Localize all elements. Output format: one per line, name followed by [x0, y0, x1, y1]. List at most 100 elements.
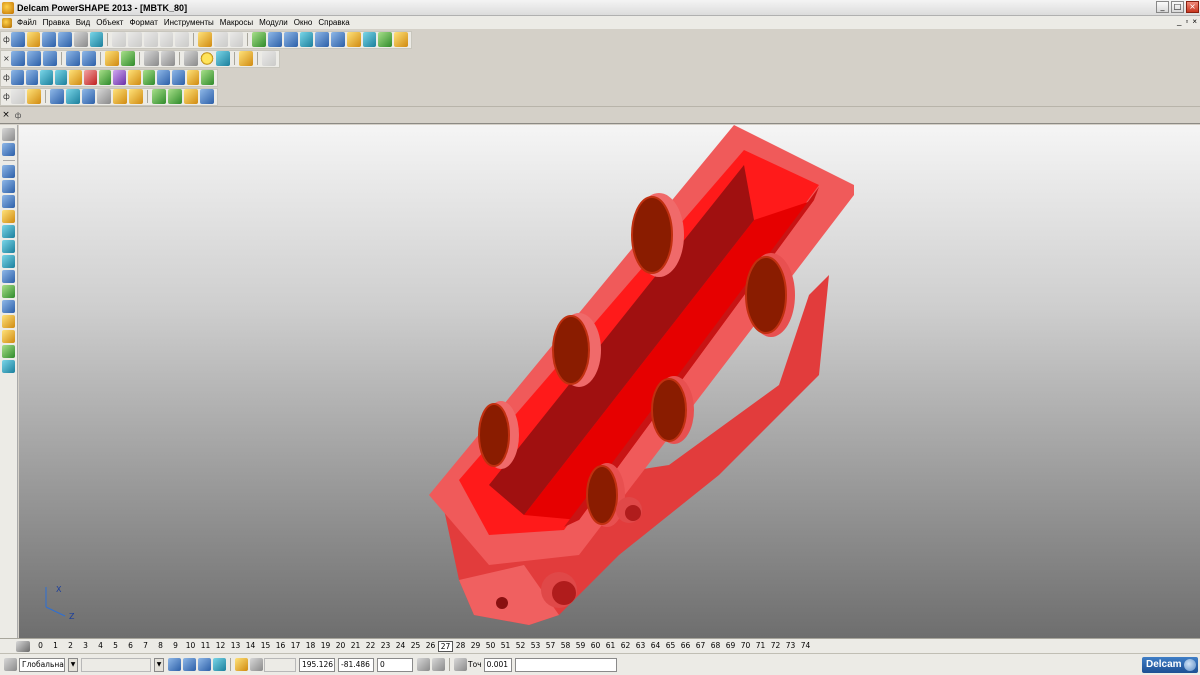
feature-icon[interactable] [142, 70, 156, 85]
secondary-dropdown[interactable]: ▼ [154, 657, 164, 672]
print-icon[interactable] [73, 32, 88, 47]
view-side-icon[interactable] [42, 51, 58, 66]
level-14[interactable]: 14 [243, 641, 258, 652]
mode-bar-close[interactable]: × [0, 110, 12, 120]
analyse-icon[interactable] [200, 89, 214, 104]
snap-grid-icon[interactable] [168, 658, 181, 671]
coordinate-z[interactable]: 0 [377, 657, 413, 672]
select-icon[interactable] [252, 32, 267, 47]
maximize-button[interactable]: □ [1171, 1, 1184, 13]
toolbar-grip[interactable]: ф [3, 89, 10, 105]
level-7[interactable]: 7 [138, 641, 153, 652]
thicken-icon[interactable] [168, 89, 183, 104]
symbol-tool-icon[interactable] [2, 330, 15, 343]
menu-tools[interactable]: Инструменты [161, 18, 217, 27]
level-4[interactable]: 4 [93, 641, 108, 652]
shaded-icon[interactable] [199, 51, 214, 66]
level-68[interactable]: 68 [708, 641, 723, 652]
level-50[interactable]: 50 [483, 641, 498, 652]
level-70[interactable]: 70 [738, 641, 753, 652]
level-21[interactable]: 21 [348, 641, 363, 652]
app-icon[interactable] [2, 1, 14, 14]
menu-object[interactable]: Объект [93, 18, 126, 27]
level-51[interactable]: 51 [498, 641, 513, 652]
offset-icon[interactable] [65, 89, 80, 104]
open-file-icon[interactable] [26, 32, 41, 47]
gearbox-housing-model[interactable] [429, 125, 854, 625]
workplane-status-icon[interactable] [4, 658, 17, 671]
measure-tool-icon[interactable] [2, 360, 15, 373]
level-69[interactable]: 69 [723, 641, 738, 652]
scale-icon[interactable] [184, 89, 198, 104]
cut-icon[interactable] [112, 32, 127, 47]
copy-icon[interactable] [128, 32, 142, 47]
paste-icon[interactable] [143, 32, 158, 47]
revolve-icon[interactable] [54, 70, 68, 85]
zoom-window-icon[interactable] [144, 51, 159, 66]
solid-tool-icon[interactable] [2, 270, 15, 283]
level-2[interactable]: 2 [63, 641, 78, 652]
toolbar-grip[interactable]: ф [3, 32, 10, 48]
pointer-icon[interactable] [2, 128, 15, 141]
level-67[interactable]: 67 [693, 641, 708, 652]
line-tool-icon[interactable] [2, 180, 15, 193]
level-11[interactable]: 11 [198, 641, 213, 652]
level-64[interactable]: 64 [648, 641, 663, 652]
snap-point-icon[interactable] [183, 658, 196, 671]
repeat-icon[interactable] [229, 32, 244, 47]
toolbar-grip[interactable]: ф [3, 70, 10, 86]
arc-icon[interactable] [299, 32, 314, 47]
menu-macros[interactable]: Макросы [217, 18, 256, 27]
level-16[interactable]: 16 [273, 641, 288, 652]
level-0[interactable]: 0 [33, 641, 48, 652]
text-icon[interactable] [346, 32, 361, 47]
view-iso2-icon[interactable] [82, 51, 97, 66]
level-73[interactable]: 73 [783, 641, 798, 652]
close-button[interactable]: × [1186, 1, 1199, 13]
workplane-dropdown[interactable]: ▼ [68, 657, 78, 672]
curve-tool-icon[interactable] [2, 210, 15, 223]
mdi-restore-button[interactable]: ▫ [1185, 17, 1188, 26]
view-front-icon[interactable] [26, 51, 41, 66]
solid-list-icon[interactable] [25, 70, 39, 85]
level-5[interactable]: 5 [108, 641, 123, 652]
smart-cursor-icon[interactable] [235, 658, 248, 671]
draft-icon[interactable] [152, 89, 167, 104]
model-canvas[interactable]: X Z [19, 125, 1200, 638]
level-63[interactable]: 63 [633, 641, 648, 652]
level-18[interactable]: 18 [303, 641, 318, 652]
menu-file[interactable]: Файл [14, 18, 40, 27]
levels-icon[interactable] [16, 640, 30, 652]
mirror-icon[interactable] [113, 89, 128, 104]
menu-format[interactable]: Формат [126, 18, 160, 27]
level-1[interactable]: 1 [48, 641, 63, 652]
level-27[interactable]: 27 [438, 640, 453, 652]
cone-icon[interactable] [98, 70, 112, 85]
zoom-icon[interactable] [105, 51, 120, 66]
tolerance-input[interactable]: 0.001 [483, 657, 512, 672]
dimension-tool-icon[interactable] [2, 240, 15, 253]
level-17[interactable]: 17 [288, 641, 303, 652]
erase-icon[interactable] [159, 32, 174, 47]
undo-icon[interactable] [198, 32, 212, 47]
grid-icon[interactable] [250, 658, 263, 671]
new-file-icon[interactable] [10, 32, 25, 47]
save-icon[interactable] [58, 32, 72, 47]
menu-modules[interactable]: Модули [256, 18, 291, 27]
3d-viewport[interactable]: X Z [19, 125, 1200, 638]
line-icon[interactable] [283, 32, 298, 47]
level-24[interactable]: 24 [393, 641, 408, 652]
shaded-wire-icon[interactable] [215, 51, 230, 66]
hand-icon[interactable] [261, 51, 277, 66]
level-23[interactable]: 23 [378, 641, 393, 652]
mesh-tool-icon[interactable] [2, 285, 15, 298]
level-60[interactable]: 60 [588, 641, 603, 652]
lamp-tool-icon[interactable] [2, 345, 15, 358]
text-tool-icon[interactable] [2, 225, 15, 238]
minimize-button[interactable]: _ [1156, 1, 1169, 13]
level-6[interactable]: 6 [123, 641, 138, 652]
solid-icon[interactable] [378, 32, 393, 47]
wireframe-icon[interactable] [183, 51, 198, 66]
dimension-icon[interactable] [331, 32, 345, 47]
level-74[interactable]: 74 [798, 641, 813, 652]
